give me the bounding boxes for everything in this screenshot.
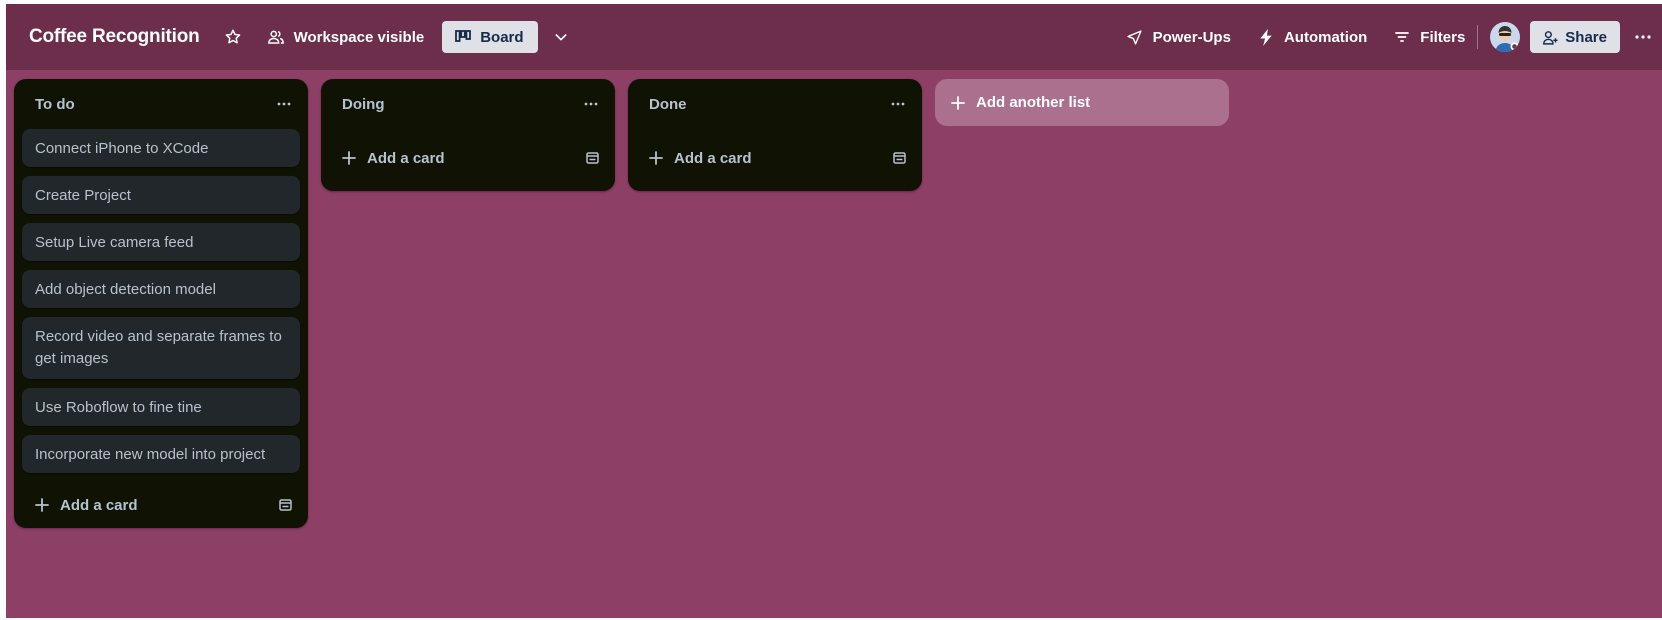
rocket-icon: [1126, 28, 1144, 46]
plus-icon: [341, 150, 357, 166]
card[interactable]: Use Roboflow to fine tine: [22, 388, 300, 426]
avatar[interactable]: [1490, 22, 1521, 52]
people-icon: [266, 27, 286, 47]
add-card-button[interactable]: Add a card: [341, 150, 445, 167]
more-icon[interactable]: [1632, 26, 1654, 48]
share-label: Share: [1565, 28, 1607, 46]
add-list-button[interactable]: Add another list: [935, 79, 1229, 126]
add-list-label: Add another list: [976, 94, 1091, 111]
header-divider: [1477, 25, 1479, 49]
add-card-row: Add a card: [321, 129, 615, 191]
list-doing: Doing Add a card: [321, 79, 615, 191]
powerups-button[interactable]: Power-Ups: [1126, 28, 1231, 46]
add-card-label: Add a card: [674, 149, 752, 167]
board-view-label: Board: [480, 28, 524, 46]
list-header[interactable]: Done: [628, 79, 922, 129]
plus-icon: [34, 497, 50, 513]
filters-button[interactable]: Filters: [1393, 28, 1465, 46]
list-header[interactable]: To do: [14, 79, 308, 129]
filters-label: Filters: [1420, 28, 1466, 46]
card[interactable]: Record video and separate frames to get …: [22, 317, 300, 379]
list-done: Done Add a card: [628, 79, 922, 191]
list-menu-icon[interactable]: [273, 93, 295, 115]
add-card-button[interactable]: Add a card: [648, 150, 752, 167]
card[interactable]: Setup Live camera feed: [22, 223, 300, 261]
card-template-icon[interactable]: [891, 150, 907, 166]
list-header[interactable]: Doing: [321, 79, 615, 129]
card[interactable]: Connect iPhone to XCode: [22, 129, 300, 167]
add-card-label: Add a card: [367, 149, 445, 167]
board-frame: Coffee Recognition Workspace visible Boa…: [6, 4, 1662, 618]
add-card-button[interactable]: Add a card: [34, 497, 138, 514]
card[interactable]: Incorporate new model into project: [22, 435, 300, 473]
board-icon: [454, 28, 472, 46]
plus-icon: [648, 150, 664, 166]
add-card-row: Add a card: [14, 482, 308, 528]
card-template-icon[interactable]: [584, 150, 600, 166]
workspace-visibility-button[interactable]: Workspace visible: [266, 27, 425, 47]
share-button[interactable]: Share: [1530, 21, 1620, 53]
automation-button[interactable]: Automation: [1257, 28, 1367, 46]
add-card-label: Add a card: [60, 496, 138, 514]
board-header: Coffee Recognition Workspace visible Boa…: [6, 4, 1662, 70]
list-title[interactable]: To do: [35, 96, 75, 113]
add-person-icon: [1541, 28, 1559, 46]
star-icon[interactable]: [222, 26, 244, 48]
plus-icon: [950, 95, 966, 111]
filter-icon: [1393, 28, 1411, 46]
list-to-do: To do Connect iPhone to XCode Create Pro…: [14, 79, 308, 528]
lightning-icon: [1257, 28, 1275, 46]
card[interactable]: Add object detection model: [22, 270, 300, 308]
card-list: Connect iPhone to XCode Create Project S…: [14, 129, 308, 473]
list-menu-icon[interactable]: [887, 93, 909, 115]
workspace-visibility-label: Workspace visible: [293, 28, 425, 46]
chevron-down-icon[interactable]: [550, 26, 572, 48]
list-title[interactable]: Done: [649, 96, 687, 113]
list-title[interactable]: Doing: [342, 96, 385, 113]
automation-label: Automation: [1283, 28, 1368, 46]
card[interactable]: Create Project: [22, 176, 300, 214]
board-title[interactable]: Coffee Recognition: [29, 26, 200, 48]
add-card-row: Add a card: [628, 129, 922, 191]
card-template-icon[interactable]: [277, 497, 293, 513]
list-menu-icon[interactable]: [580, 93, 602, 115]
powerups-label: Power-Ups: [1152, 28, 1231, 46]
board-view-button[interactable]: Board: [442, 21, 538, 53]
